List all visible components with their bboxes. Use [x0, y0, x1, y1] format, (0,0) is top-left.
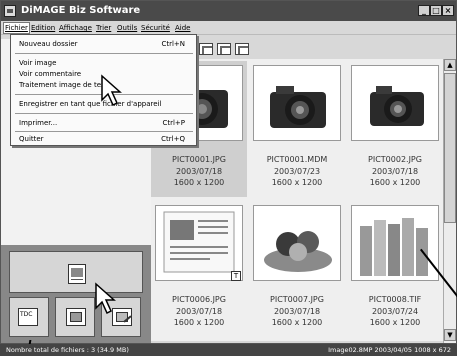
menu-affichage[interactable]: Affichage: [59, 24, 92, 32]
vertical-scrollbar[interactable]: ▲ ▼: [443, 59, 456, 343]
tdc-icon: TDC: [18, 308, 38, 326]
file-dimensions: 1600 x 1200: [271, 318, 323, 327]
file-date: 2003/07/18: [273, 307, 321, 316]
thumbnail-item[interactable]: PICT0008.TIF 2003/07/24 1600 x 1200: [347, 201, 443, 337]
mouse-pointer-icon: [101, 74, 122, 107]
menu-securite[interactable]: Sécurité: [141, 24, 170, 32]
menu-aide[interactable]: Aide: [175, 24, 190, 32]
file-date: 2003/07/23: [273, 167, 321, 176]
file-name: PICT0006.JPG: [172, 295, 226, 304]
status-image-info: Image02.8MP 2003/04/05 1008 x 672: [328, 346, 451, 354]
thumbnail-item[interactable]: PICT0002.JPG 2003/07/18 1600 x 1200: [347, 61, 443, 197]
list-view-icon[interactable]: [235, 43, 249, 55]
file-date: 2003/07/18: [371, 167, 419, 176]
photo-copy-button[interactable]: [55, 297, 95, 337]
scrollbar-thumb[interactable]: [444, 73, 456, 223]
menu-item-label: Voir image: [19, 59, 57, 67]
menu-item-shortcut: Ctrl+Q: [161, 135, 185, 143]
thumbnail-item[interactable]: PICT0007.JPG 2003/07/18 1600 x 1200: [249, 201, 345, 337]
menu-item-label: Nouveau dossier: [19, 40, 78, 48]
file-dimensions: 1600 x 1200: [369, 318, 421, 327]
menu-fichier[interactable]: Fichier: [3, 22, 30, 34]
mouse-pointer-icon: [95, 282, 116, 315]
text-badge-icon: T: [231, 271, 241, 281]
image-processing-button[interactable]: [9, 251, 143, 293]
menu-item-shortcut: Ctrl+P: [162, 119, 185, 127]
menu-item-label: Enregistrer en tant que fichier d'appare…: [19, 100, 162, 108]
document-page-thumbnail: [155, 205, 243, 281]
file-name: PICT0007.JPG: [270, 295, 324, 304]
file-name: PICT0001.MDM: [266, 155, 328, 164]
close-button[interactable]: ×: [442, 5, 454, 16]
menu-outils[interactable]: Outils: [117, 24, 137, 32]
file-date: 2003/07/18: [175, 307, 223, 316]
file-dimensions: 1600 x 1200: [173, 178, 225, 187]
menu-separator: [15, 131, 193, 132]
scroll-down-arrow-icon[interactable]: ▼: [444, 329, 456, 341]
fruit-basket-thumbnail: [253, 205, 341, 281]
file-dimensions: 1600 x 1200: [271, 178, 323, 187]
document-image-icon: [68, 264, 86, 284]
file-date: 2003/07/24: [371, 307, 419, 316]
file-dimensions: 1600 x 1200: [173, 318, 225, 327]
bottles-thumbnail: [351, 205, 439, 281]
scroll-up-arrow-icon[interactable]: ▲: [444, 59, 456, 71]
menu-item-label: Imprimer...: [19, 119, 58, 127]
file-name: PICT0001.JPG: [172, 155, 226, 164]
photo-copy-icon: [66, 308, 86, 326]
camera-photo-thumbnail: [253, 65, 341, 141]
window-title: DiMAGE Biz Software: [21, 5, 141, 16]
file-name: PICT0008.TIF: [368, 295, 422, 304]
menu-item-view-image[interactable]: Voir image: [19, 59, 189, 69]
text-document-button[interactable]: TDC: [9, 297, 49, 337]
function-panel: TDC: [1, 245, 151, 343]
thumbnail-view-icon[interactable]: [199, 43, 213, 55]
app-icon: [4, 5, 16, 17]
menu-bar: Fichier Edition Affichage Trier Outils S…: [1, 21, 456, 35]
camera-photo-thumbnail: [351, 65, 439, 141]
menu-item-label: Quitter: [19, 135, 44, 143]
menu-item-print[interactable]: Imprimer... Ctrl+P: [19, 119, 189, 129]
file-dimensions: 1600 x 1200: [369, 178, 421, 187]
menu-item-shortcut: Ctrl+N: [161, 40, 185, 48]
thumbnail-item[interactable]: PICT0001.MDM 2003/07/23 1600 x 1200: [249, 61, 345, 197]
status-file-count: Nombre total de fichiers : 3 (34.9 MB): [6, 346, 129, 354]
file-date: 2003/07/18: [175, 167, 223, 176]
minimize-button[interactable]: _: [418, 5, 430, 16]
menu-item-label: Voir commentaire: [19, 70, 82, 78]
menu-edition[interactable]: Edition: [31, 24, 55, 32]
file-name: PICT0002.JPG: [368, 155, 422, 164]
tdc-label: TDC: [20, 311, 33, 318]
maximize-button[interactable]: □: [430, 5, 442, 16]
grid-view-icon[interactable]: [217, 43, 231, 55]
menu-trier[interactable]: Trier: [96, 24, 111, 32]
menu-item-label: Traitement image de texte: [19, 81, 113, 89]
status-bar: Nombre total de fichiers : 3 (34.9 MB) I…: [0, 344, 457, 356]
menu-item-new-folder[interactable]: Nouveau dossier Ctrl+N: [19, 40, 189, 50]
menu-separator: [15, 53, 193, 54]
menu-item-quit[interactable]: Quitter Ctrl+Q: [19, 135, 189, 145]
title-bar: DiMAGE Biz Software _ □ ×: [1, 1, 456, 21]
thumbnail-item[interactable]: T PICT0006.JPG 2003/07/18 1600 x 1200: [151, 201, 247, 337]
menu-separator: [15, 113, 193, 114]
